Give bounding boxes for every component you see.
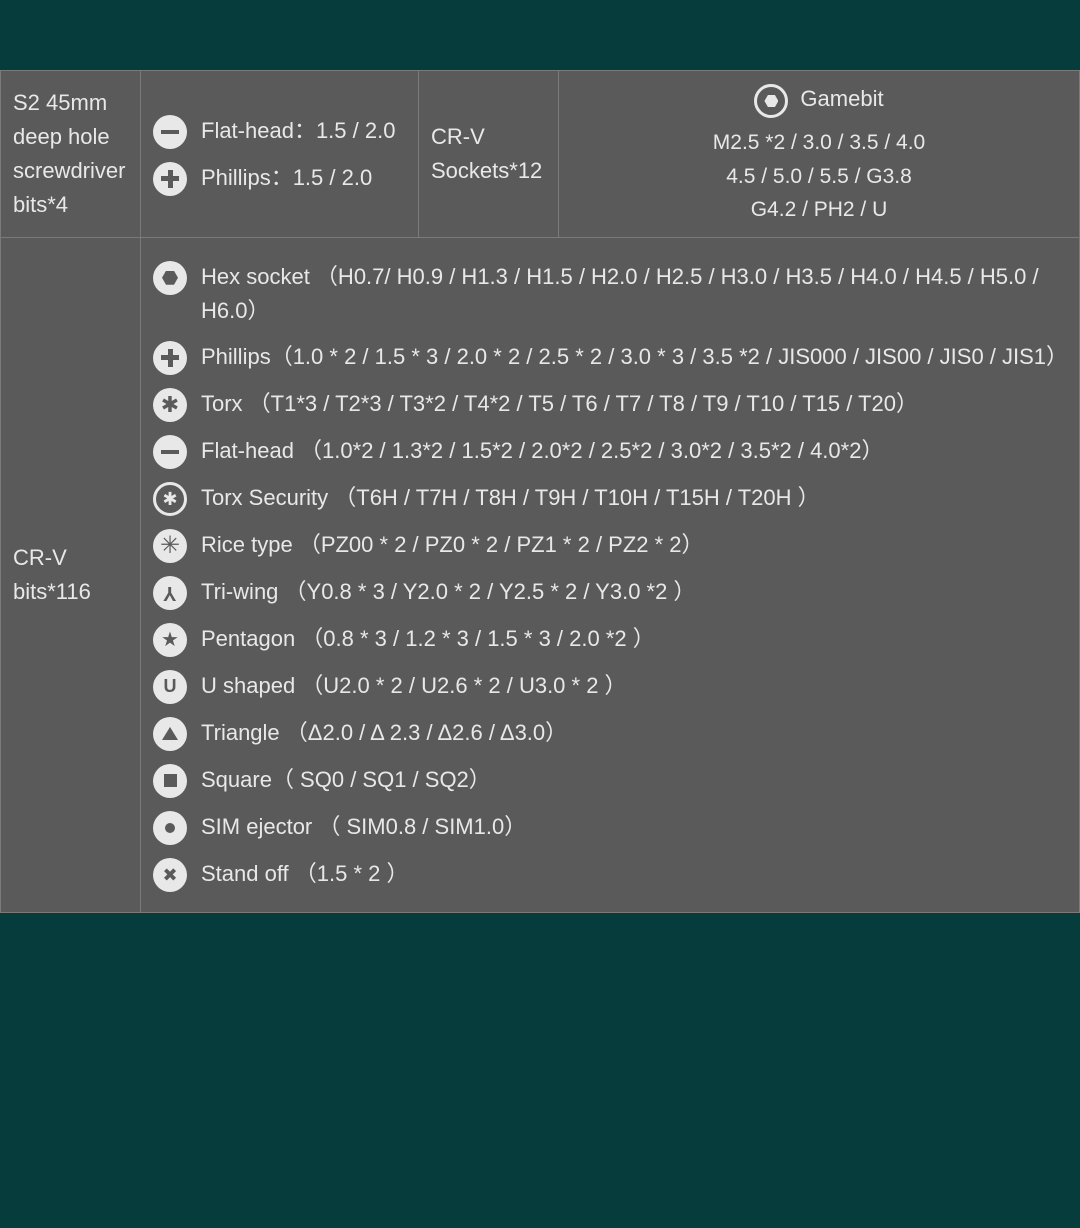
gamebit-sizes: M2.5 *2 / 3.0 / 3.5 / 4.0 4.5 / 5.0 / 5.… (571, 126, 1067, 227)
crv-bits-list: Hex socket （H0.7/ H0.9 / H1.3 / H1.5 / H… (141, 237, 1080, 912)
triangle-text: Triangle （Δ2.0 / Δ 2.3 / Δ2.6 / Δ3.0） (201, 714, 1067, 750)
standoff-text: Stand off （1.5 * 2 ） (201, 855, 1067, 891)
torx-icon (153, 388, 187, 422)
phillips-icon (153, 341, 187, 375)
deep-hole-bits-cell: Flat-head：1.5 / 2.0 Phillips：1.5 / 2.0 (141, 71, 419, 238)
square-icon (153, 764, 187, 798)
tri-wing-icon (153, 576, 187, 610)
sockets-label: CR-V Sockets*12 (419, 71, 559, 238)
standoff-icon (153, 858, 187, 892)
sim-ejector-icon (153, 811, 187, 845)
flathead-icon (153, 435, 187, 469)
rice-icon (153, 529, 187, 563)
torx-text: Torx （T1*3 / T2*3 / T3*2 / T4*2 / T5 / T… (201, 385, 1067, 421)
square-text: Square（ SQ0 / SQ1 / SQ2） (201, 761, 1067, 797)
u-shaped-text: U shaped （U2.0 * 2 / U2.6 * 2 / U3.0 * 2… (201, 667, 1067, 703)
gamebit-cell: Gamebit M2.5 *2 / 3.0 / 3.5 / 4.0 4.5 / … (559, 71, 1080, 238)
crv-bits-label: CR-V bits*116 (1, 237, 141, 912)
torx-security-icon (153, 482, 187, 516)
hex-socket-text: Hex socket （H0.7/ H0.9 / H1.3 / H1.5 / H… (201, 258, 1067, 328)
bits-spec-table: S2 45mm deep hole screwdriver bits*4 Fla… (0, 70, 1080, 913)
u-shaped-icon (153, 670, 187, 704)
rice-text: Rice type （PZ00 * 2 / PZ0 * 2 / PZ1 * 2 … (201, 526, 1067, 562)
gamebit-title: Gamebit (800, 82, 883, 116)
flathead-icon (153, 115, 187, 149)
gamebit-icon (754, 84, 788, 118)
pentagon-icon (153, 623, 187, 657)
phillips-sizes: Phillips：1.5 / 2.0 (201, 159, 406, 195)
sim-ejector-text: SIM ejector （ SIM0.8 / SIM1.0） (201, 808, 1067, 844)
deep-hole-label: S2 45mm deep hole screwdriver bits*4 (1, 71, 141, 238)
hex-socket-icon (153, 261, 187, 295)
pentagon-text: Pentagon （0.8 * 3 / 1.2 * 3 / 1.5 * 3 / … (201, 620, 1067, 656)
flathead-sizes: Flat-head：1.5 / 2.0 (201, 112, 406, 148)
triangle-icon (153, 717, 187, 751)
phillips-text: Phillips（1.0 * 2 / 1.5 * 3 / 2.0 * 2 / 2… (201, 338, 1067, 374)
flathead-text: Flat-head （1.0*2 / 1.3*2 / 1.5*2 / 2.0*2… (201, 432, 1067, 468)
torx-security-text: Torx Security （T6H / T7H / T8H / T9H / T… (201, 479, 1067, 515)
phillips-icon (153, 162, 187, 196)
tri-wing-text: Tri-wing （Y0.8 * 3 / Y2.0 * 2 / Y2.5 * 2… (201, 573, 1067, 609)
